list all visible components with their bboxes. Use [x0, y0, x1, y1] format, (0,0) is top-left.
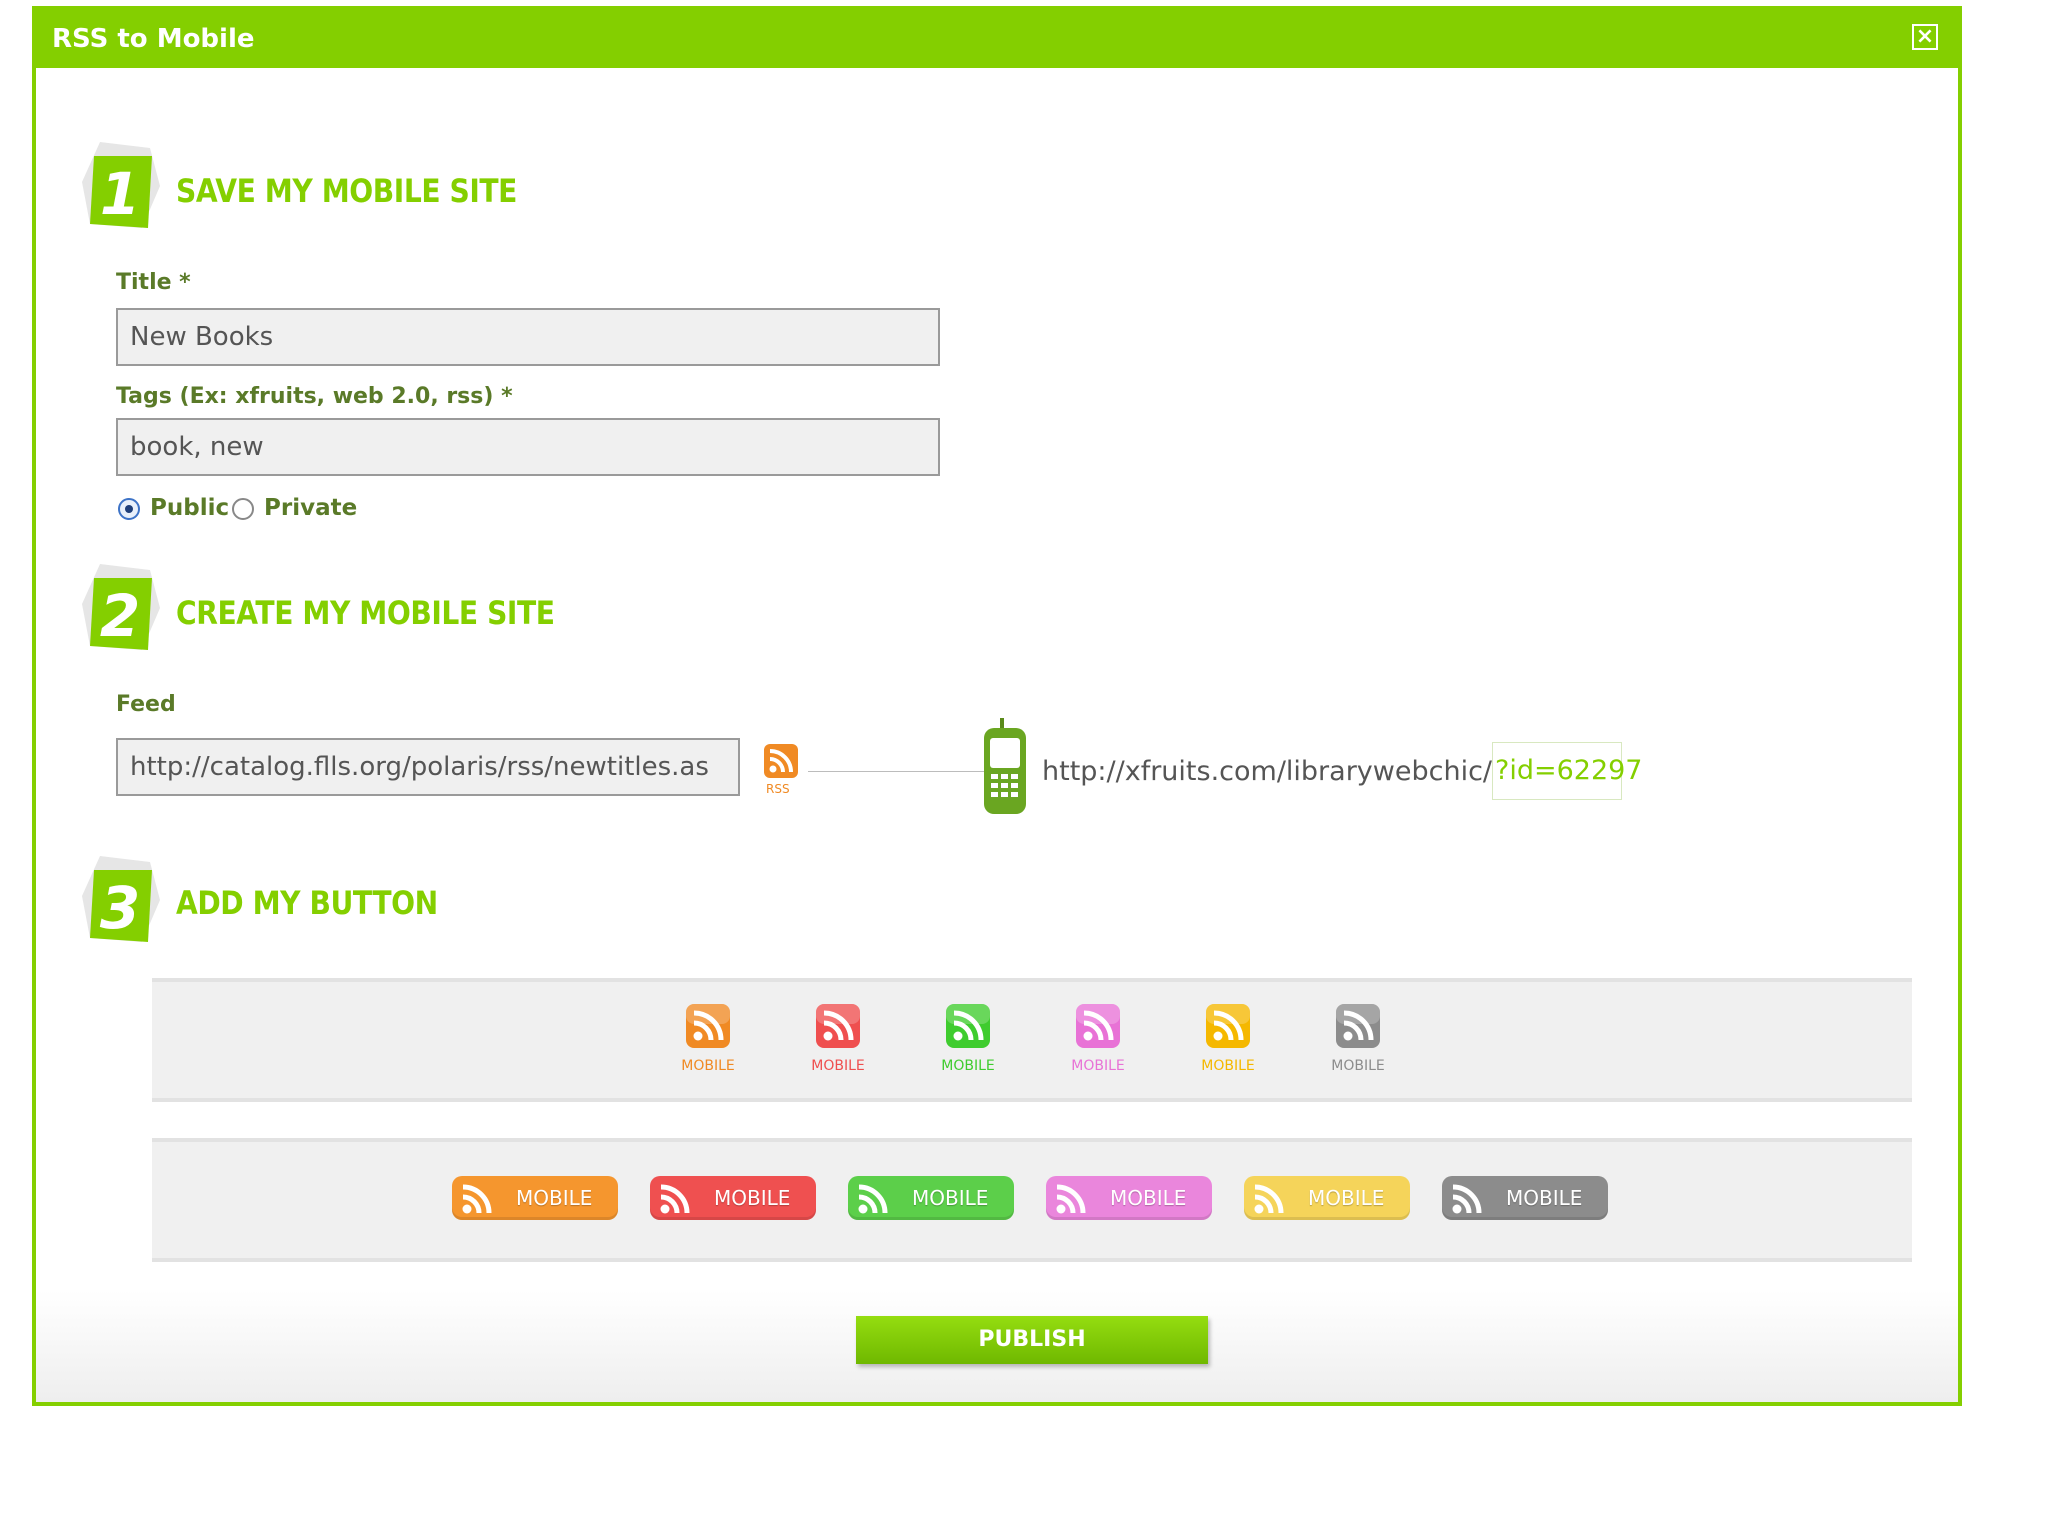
step-3-title: ADD MY BUTTON — [176, 884, 438, 922]
rss-feed-icon — [1336, 1004, 1380, 1048]
mobile-icon-button-label: MOBILE — [811, 1058, 865, 1074]
mobile-icon-button-label: MOBILE — [1331, 1058, 1385, 1074]
title-field-label: Title * — [116, 270, 191, 295]
rss-feed-icon — [946, 1004, 990, 1048]
mobile-pill-button-label: MOBILE — [714, 1186, 791, 1210]
step-1-title: SAVE MY MOBILE SITE — [176, 172, 517, 210]
public-radio-label: Public — [150, 495, 230, 521]
mobile-icon-button[interactable]: MOBILE — [928, 1004, 1008, 1084]
mobile-pill-button[interactable]: MOBILE — [848, 1176, 1014, 1220]
mobile-pill-button[interactable]: MOBILE — [1442, 1176, 1608, 1220]
mobile-pill-button[interactable]: MOBILE — [1244, 1176, 1410, 1220]
tags-input[interactable]: book, new — [116, 418, 940, 476]
private-radio-label: Private — [264, 495, 358, 521]
rss-feed-icon — [1076, 1004, 1120, 1048]
close-icon[interactable]: × — [1912, 24, 1938, 50]
mobile-pill-button-label: MOBILE — [912, 1186, 989, 1210]
feed-url-input[interactable]: http://catalog.flls.org/polaris/rss/newt… — [116, 738, 740, 796]
dialog-titlebar: RSS to Mobile × — [36, 10, 1958, 68]
rss-badge[interactable]: RSS — [762, 744, 802, 802]
rss-feed-icon — [686, 1004, 730, 1048]
feed-connector-line — [808, 771, 1008, 772]
mobile-pill-button[interactable]: MOBILE — [452, 1176, 618, 1220]
mobile-icon-button-label: MOBILE — [1201, 1058, 1255, 1074]
feed-field-label: Feed — [116, 692, 176, 717]
mobile-site-id[interactable]: ?id=62297 — [1492, 742, 1643, 800]
dialog-title: RSS to Mobile — [52, 24, 255, 54]
mobile-icon-button[interactable]: MOBILE — [1188, 1004, 1268, 1084]
rss-feed-icon — [816, 1004, 860, 1048]
step-2-title: CREATE MY MOBILE SITE — [176, 594, 555, 632]
rss-feed-icon — [1206, 1004, 1250, 1048]
rss-feed-icon — [1054, 1182, 1090, 1216]
mobile-phone-icon — [984, 718, 1026, 814]
mobile-pill-button-label: MOBILE — [1506, 1186, 1583, 1210]
icon-buttons-panel: MOBILE MOBILE MOBILE MOBILE MOBILE MOBILE — [152, 978, 1912, 1102]
step-2-number: 2 — [100, 582, 140, 650]
step-2-badge-icon: 2 — [82, 564, 160, 650]
rss-badge-label: RSS — [766, 782, 790, 796]
mobile-icon-button-label: MOBILE — [1071, 1058, 1125, 1074]
mobile-icon-button[interactable]: MOBILE — [798, 1004, 878, 1084]
private-radio[interactable] — [232, 498, 254, 520]
step-1-number: 1 — [100, 160, 140, 228]
mobile-icon-button-label: MOBILE — [941, 1058, 995, 1074]
rss-to-mobile-dialog: RSS to Mobile × 1 SAVE MY MOBILE SITE Ti… — [32, 6, 1962, 1406]
public-radio[interactable] — [118, 498, 140, 520]
mobile-pill-button-label: MOBILE — [1308, 1186, 1385, 1210]
mobile-pill-button[interactable]: MOBILE — [650, 1176, 816, 1220]
step-3-badge-icon: 3 — [82, 856, 160, 942]
mobile-icon-button[interactable]: MOBILE — [668, 1004, 748, 1084]
mobile-pill-button[interactable]: MOBILE — [1046, 1176, 1212, 1220]
rss-feed-icon — [1252, 1182, 1288, 1216]
rss-feed-icon — [460, 1182, 496, 1216]
mobile-site-url: http://xfruits.com/librarywebchic/ — [1042, 756, 1493, 787]
mobile-icon-button[interactable]: MOBILE — [1318, 1004, 1398, 1084]
mobile-icon-button[interactable]: MOBILE — [1058, 1004, 1138, 1084]
mobile-icon-button-label: MOBILE — [681, 1058, 735, 1074]
rss-feed-icon — [658, 1182, 694, 1216]
step-3-number: 3 — [100, 874, 140, 942]
rss-feed-icon — [856, 1182, 892, 1216]
rss-feed-icon — [764, 744, 798, 778]
title-input[interactable]: New Books — [116, 308, 940, 366]
tags-field-label: Tags (Ex: xfruits, web 2.0, rss) * — [116, 384, 513, 409]
pill-buttons-panel: MOBILE MOBILE MOBILE MOBILE MOBILE MOBILE — [152, 1138, 1912, 1262]
step-1-badge-icon: 1 — [82, 142, 160, 228]
publish-button[interactable]: PUBLISH — [856, 1316, 1208, 1364]
rss-feed-icon — [1450, 1182, 1486, 1216]
mobile-pill-button-label: MOBILE — [516, 1186, 593, 1210]
mobile-pill-button-label: MOBILE — [1110, 1186, 1187, 1210]
